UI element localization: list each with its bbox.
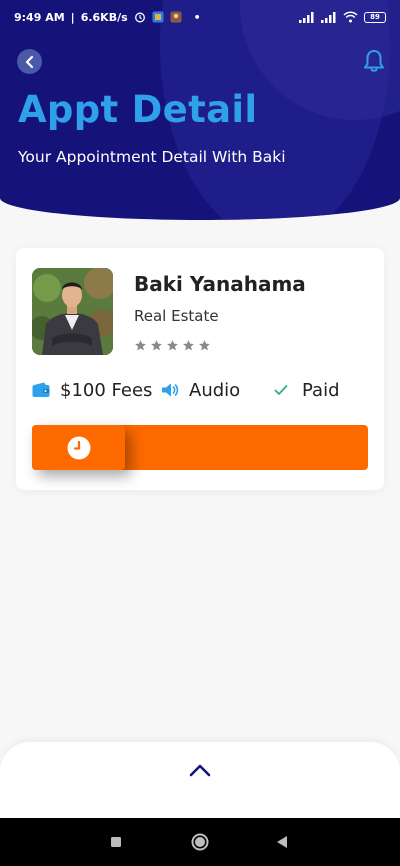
page-title: Appt Detail <box>18 88 258 131</box>
app-icon <box>152 11 164 23</box>
volume-icon <box>161 382 179 398</box>
star-icon <box>135 340 146 351</box>
star-icon <box>183 340 194 351</box>
page-subtitle: Your Appointment Detail With Baki <box>18 148 286 166</box>
payment-status-label: Paid <box>302 379 340 401</box>
clock-tab[interactable] <box>32 425 125 470</box>
alarm-icon <box>134 12 145 23</box>
home-icon[interactable] <box>190 832 210 852</box>
call-type-label: Audio <box>189 379 241 401</box>
battery-icon: 89 <box>364 11 386 23</box>
signal-icon <box>321 11 336 23</box>
doctor-name: Baki Yanahama <box>134 272 306 296</box>
bottom-sheet[interactable] <box>0 742 400 822</box>
call-type-info: Audio <box>161 380 274 401</box>
profile-icon <box>170 11 182 23</box>
back-button[interactable] <box>17 49 42 74</box>
wallet-icon <box>32 382 50 398</box>
clock-icon <box>67 436 90 459</box>
avatar-photo <box>32 268 113 355</box>
wifi-icon <box>343 11 358 23</box>
fees-label: $100 Fees <box>60 379 153 401</box>
status-speed: 6.6KB/s <box>80 10 128 24</box>
recents-icon[interactable] <box>106 832 126 852</box>
star-icon <box>151 340 162 351</box>
back-nav-icon[interactable] <box>272 832 292 852</box>
chevron-left-icon <box>25 55 33 68</box>
chevron-up-icon[interactable] <box>188 762 212 778</box>
star-icon <box>167 340 178 351</box>
fees-info: $100 Fees <box>32 380 161 401</box>
payment-status-info: Paid <box>274 380 340 401</box>
check-icon <box>274 384 288 396</box>
star-icon <box>199 340 210 351</box>
bell-icon[interactable] <box>362 48 386 74</box>
appointment-card: Baki Yanahama Real Estate $100 Fees Audi… <box>16 248 384 490</box>
appointment-info: $100 Fees Audio Paid <box>32 378 368 402</box>
avatar <box>32 268 113 355</box>
rating-stars <box>134 339 211 352</box>
appointment-action-button[interactable] <box>32 425 368 470</box>
system-navigation-bar <box>0 818 400 866</box>
doctor-specialty: Real Estate <box>134 307 219 325</box>
signal-icon <box>299 11 314 23</box>
status-time: 9:49 AM <box>14 10 65 24</box>
status-bar: 9:49 AM | 6.6KB/s • 89 <box>0 0 400 34</box>
